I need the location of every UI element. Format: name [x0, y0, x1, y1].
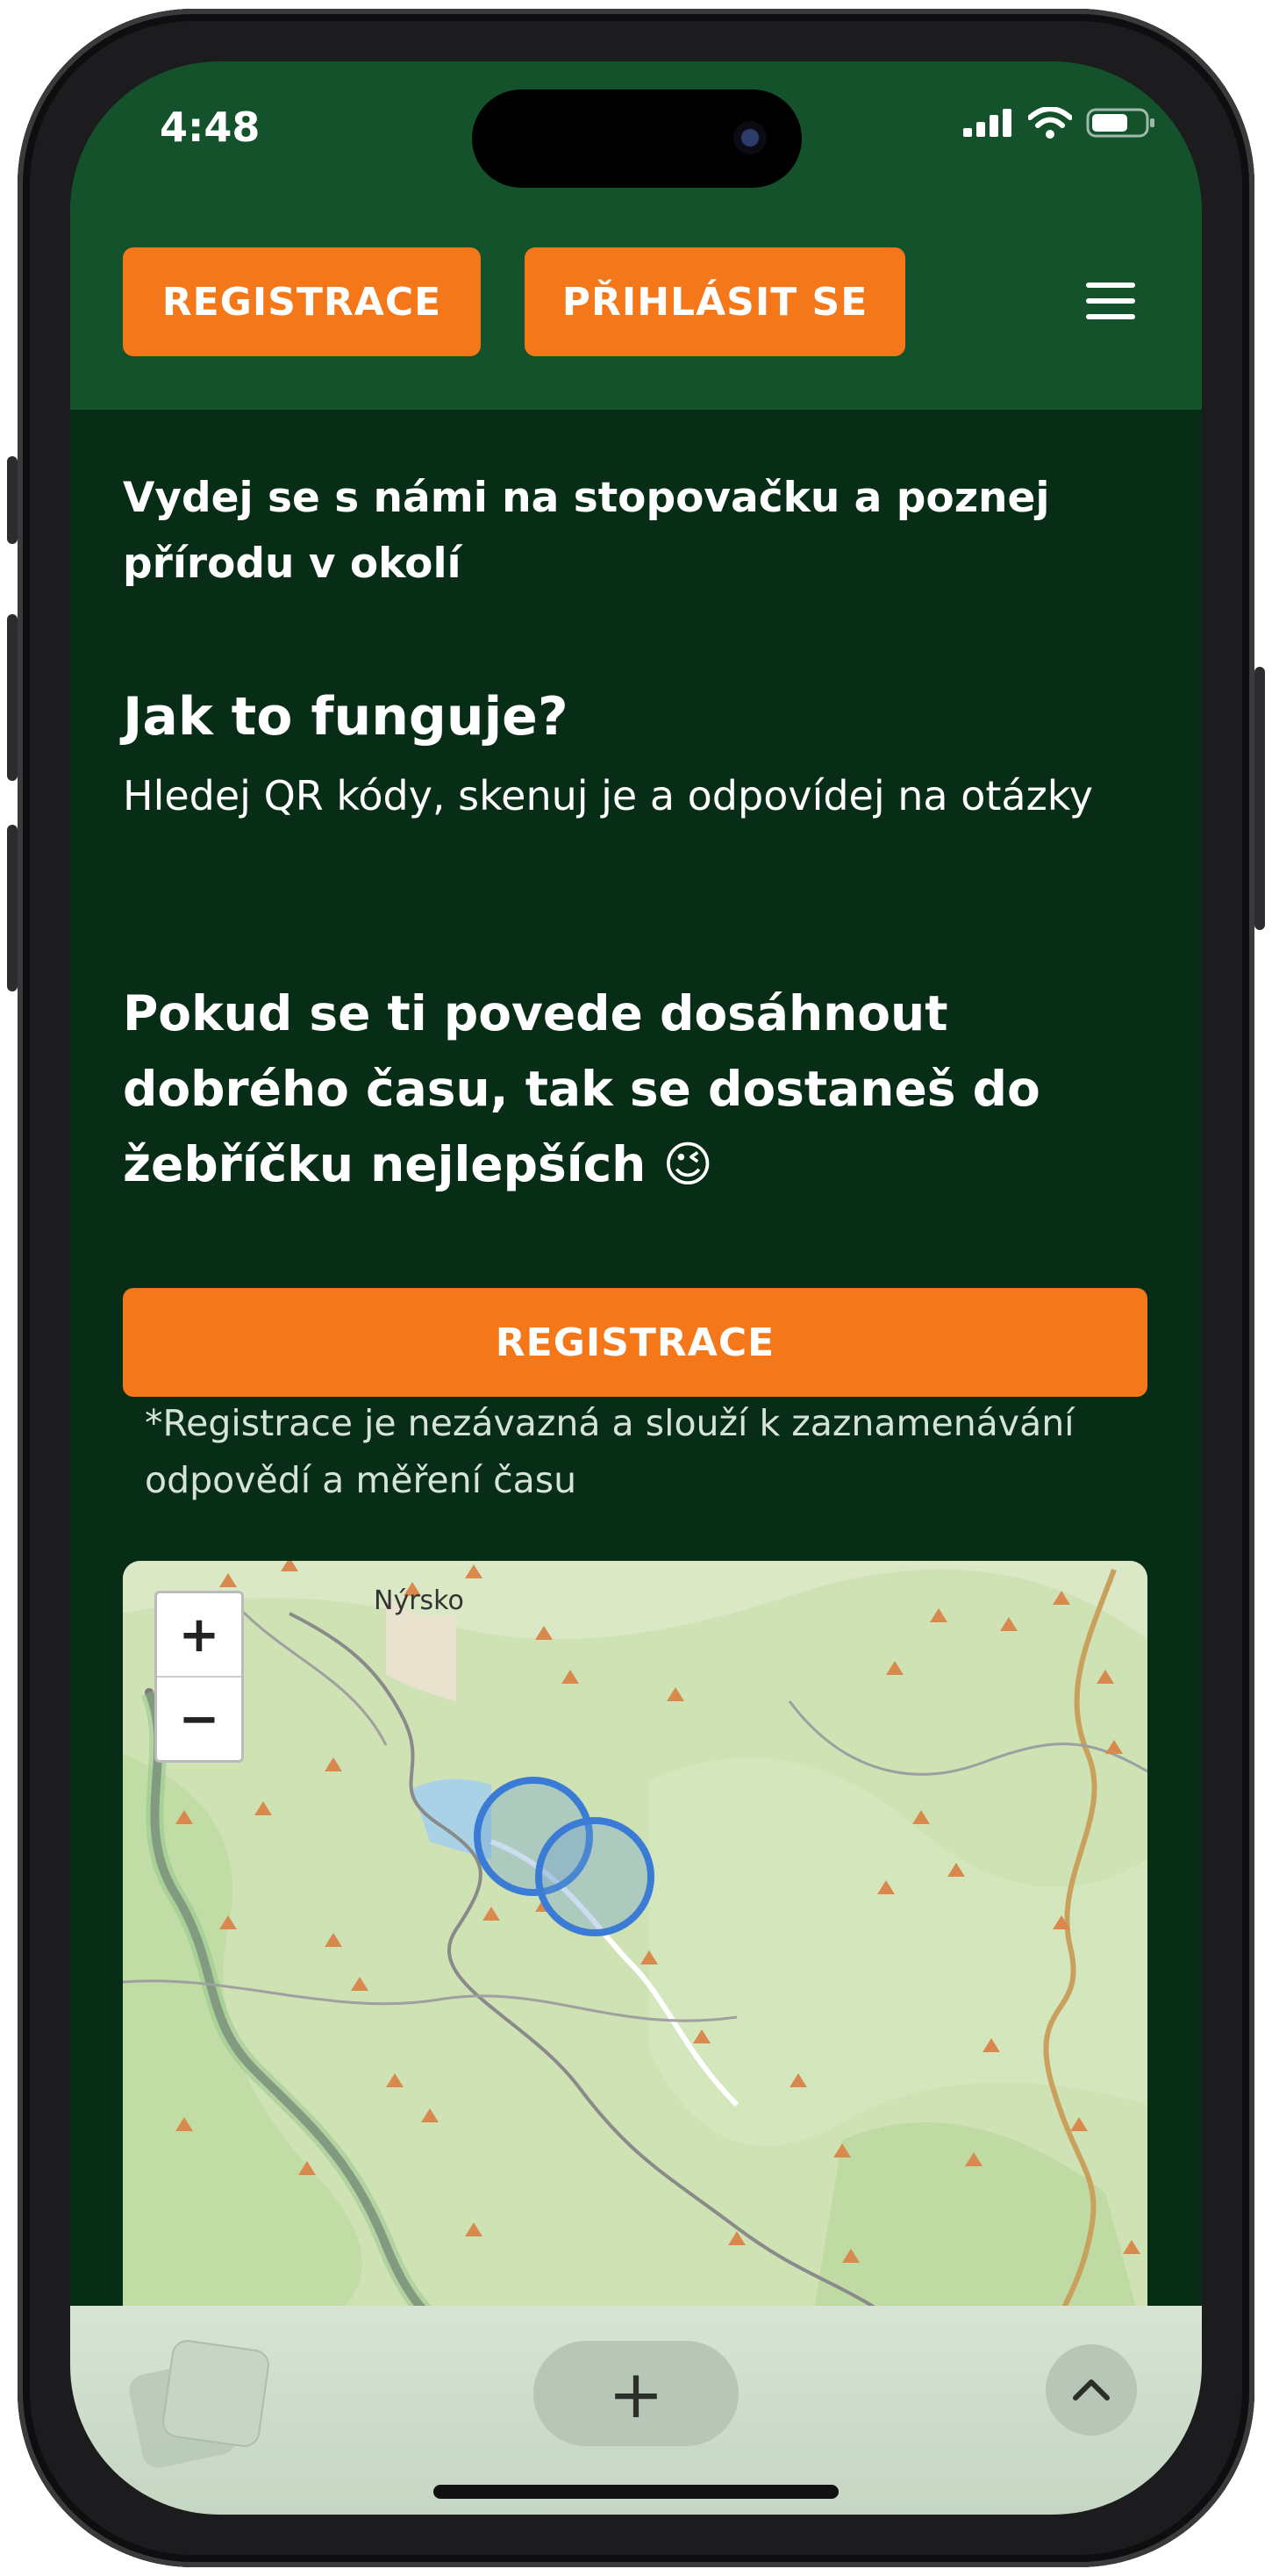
- login-button[interactable]: PŘIHLÁSIT SE: [525, 247, 905, 356]
- tabs-icon[interactable]: [125, 2337, 272, 2478]
- wifi-icon: [1028, 107, 1072, 139]
- hamburger-menu-icon[interactable]: [1086, 283, 1135, 321]
- home-indicator[interactable]: [433, 2485, 839, 2499]
- map-view[interactable]: Nýrsko + −: [123, 1561, 1147, 2351]
- phone-screen: 4:48 REGISTRACE PŘIHLÁSIT SE Vydej se s …: [70, 61, 1202, 2515]
- browser-bottom-bar: +: [70, 2306, 1202, 2515]
- register-cta-button[interactable]: REGISTRACE: [123, 1288, 1147, 1397]
- site-header: 4:48 REGISTRACE PŘIHLÁSIT SE: [70, 61, 1202, 410]
- signal-icon: [963, 109, 1011, 137]
- map-zoom-control: + −: [154, 1591, 244, 1763]
- side-button-volume-up: [7, 614, 18, 781]
- new-tab-button[interactable]: +: [533, 2341, 739, 2446]
- status-time: 4:48: [160, 104, 261, 151]
- dynamic-island: [472, 89, 802, 188]
- camera-icon: [733, 121, 767, 154]
- zoom-out-button[interactable]: −: [157, 1678, 241, 1760]
- map-place-label: Nýrsko: [374, 1585, 464, 1616]
- side-button-mute: [7, 456, 18, 544]
- register-button[interactable]: REGISTRACE: [123, 247, 481, 356]
- battery-icon: [1086, 108, 1154, 138]
- registration-note: *Registrace je nezávazná a slouží k zazn…: [145, 1402, 1075, 1501]
- how-it-works-heading: Jak to funguje?: [123, 686, 568, 748]
- map-tiles: [123, 1561, 1147, 2351]
- status-icons: [963, 107, 1156, 139]
- chevron-up-icon[interactable]: [1046, 2344, 1137, 2436]
- side-button-power: [1254, 667, 1265, 930]
- how-it-works-description: Hledej QR kódy, skenuj je a odpovídej na…: [123, 772, 1093, 819]
- intro-text: Vydej se s námi na stopovačku a poznej p…: [123, 474, 1050, 588]
- leaderboard-hint: Pokud se ti povede dosáhnout dobrého čas…: [123, 985, 1040, 1192]
- side-button-volume-down: [7, 825, 18, 991]
- zoom-in-button[interactable]: +: [157, 1593, 241, 1678]
